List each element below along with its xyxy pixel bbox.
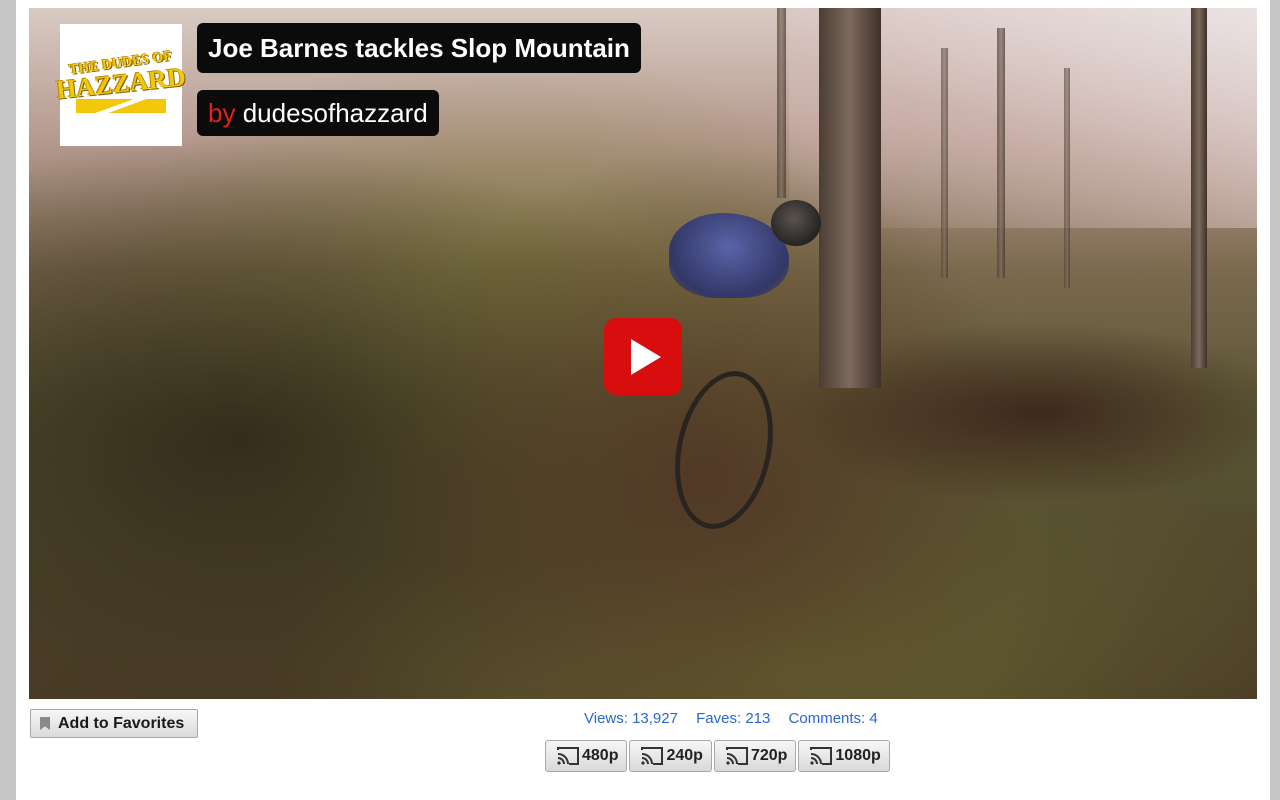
play-icon xyxy=(631,338,661,375)
resolution-1080p-button[interactable]: 1080p xyxy=(798,740,890,772)
views-count[interactable]: Views: 13,927 xyxy=(584,710,678,727)
author-name[interactable]: dudesofhazzard xyxy=(243,98,428,128)
add-to-favorites-label: Add to Favorites xyxy=(58,714,185,732)
bookmark-icon xyxy=(40,717,50,730)
cast-icon xyxy=(641,747,664,765)
cast-icon xyxy=(557,747,579,765)
add-to-favorites-button[interactable]: Add to Favorites xyxy=(30,709,198,738)
video-player[interactable]: THE DUDES OF HAZZARD Joe Barnes tackles … xyxy=(29,8,1257,699)
resolution-label: 480p xyxy=(582,747,619,764)
resolution-720p-button[interactable]: 720p xyxy=(713,740,797,772)
video-tree-trunk xyxy=(777,8,786,198)
resolution-label: 1080p xyxy=(835,747,881,764)
cast-icon xyxy=(725,747,748,765)
resolution-buttons: 480p 240p 720p 1080p xyxy=(545,740,892,772)
video-title[interactable]: Joe Barnes tackles Slop Mountain xyxy=(197,23,641,73)
video-author[interactable]: by dudesofhazzard xyxy=(197,90,439,136)
channel-logo[interactable]: THE DUDES OF HAZZARD xyxy=(55,24,187,146)
play-button[interactable] xyxy=(604,318,682,395)
comments-count[interactable]: Comments: 4 xyxy=(789,710,878,727)
resolution-240p-button[interactable]: 240p xyxy=(629,740,712,772)
video-tree-trunk xyxy=(1064,68,1070,288)
faves-count[interactable]: Faves: 213 xyxy=(696,710,770,727)
video-tree-trunk xyxy=(941,48,948,278)
video-tree-trunk xyxy=(997,28,1005,278)
video-tree-trunk xyxy=(819,8,881,388)
author-prefix: by xyxy=(208,98,236,128)
page-content: THE DUDES OF HAZZARD Joe Barnes tackles … xyxy=(16,0,1270,800)
video-tree-trunk xyxy=(1191,8,1207,368)
cast-icon xyxy=(810,747,833,765)
video-rider-helmet xyxy=(771,200,821,246)
resolution-label: 720p xyxy=(750,747,788,764)
video-stats: Views: 13,927 Faves: 213 Comments: 4 xyxy=(584,710,892,730)
resolution-label: 240p xyxy=(666,747,703,764)
resolution-480p-button[interactable]: 480p xyxy=(545,740,628,772)
